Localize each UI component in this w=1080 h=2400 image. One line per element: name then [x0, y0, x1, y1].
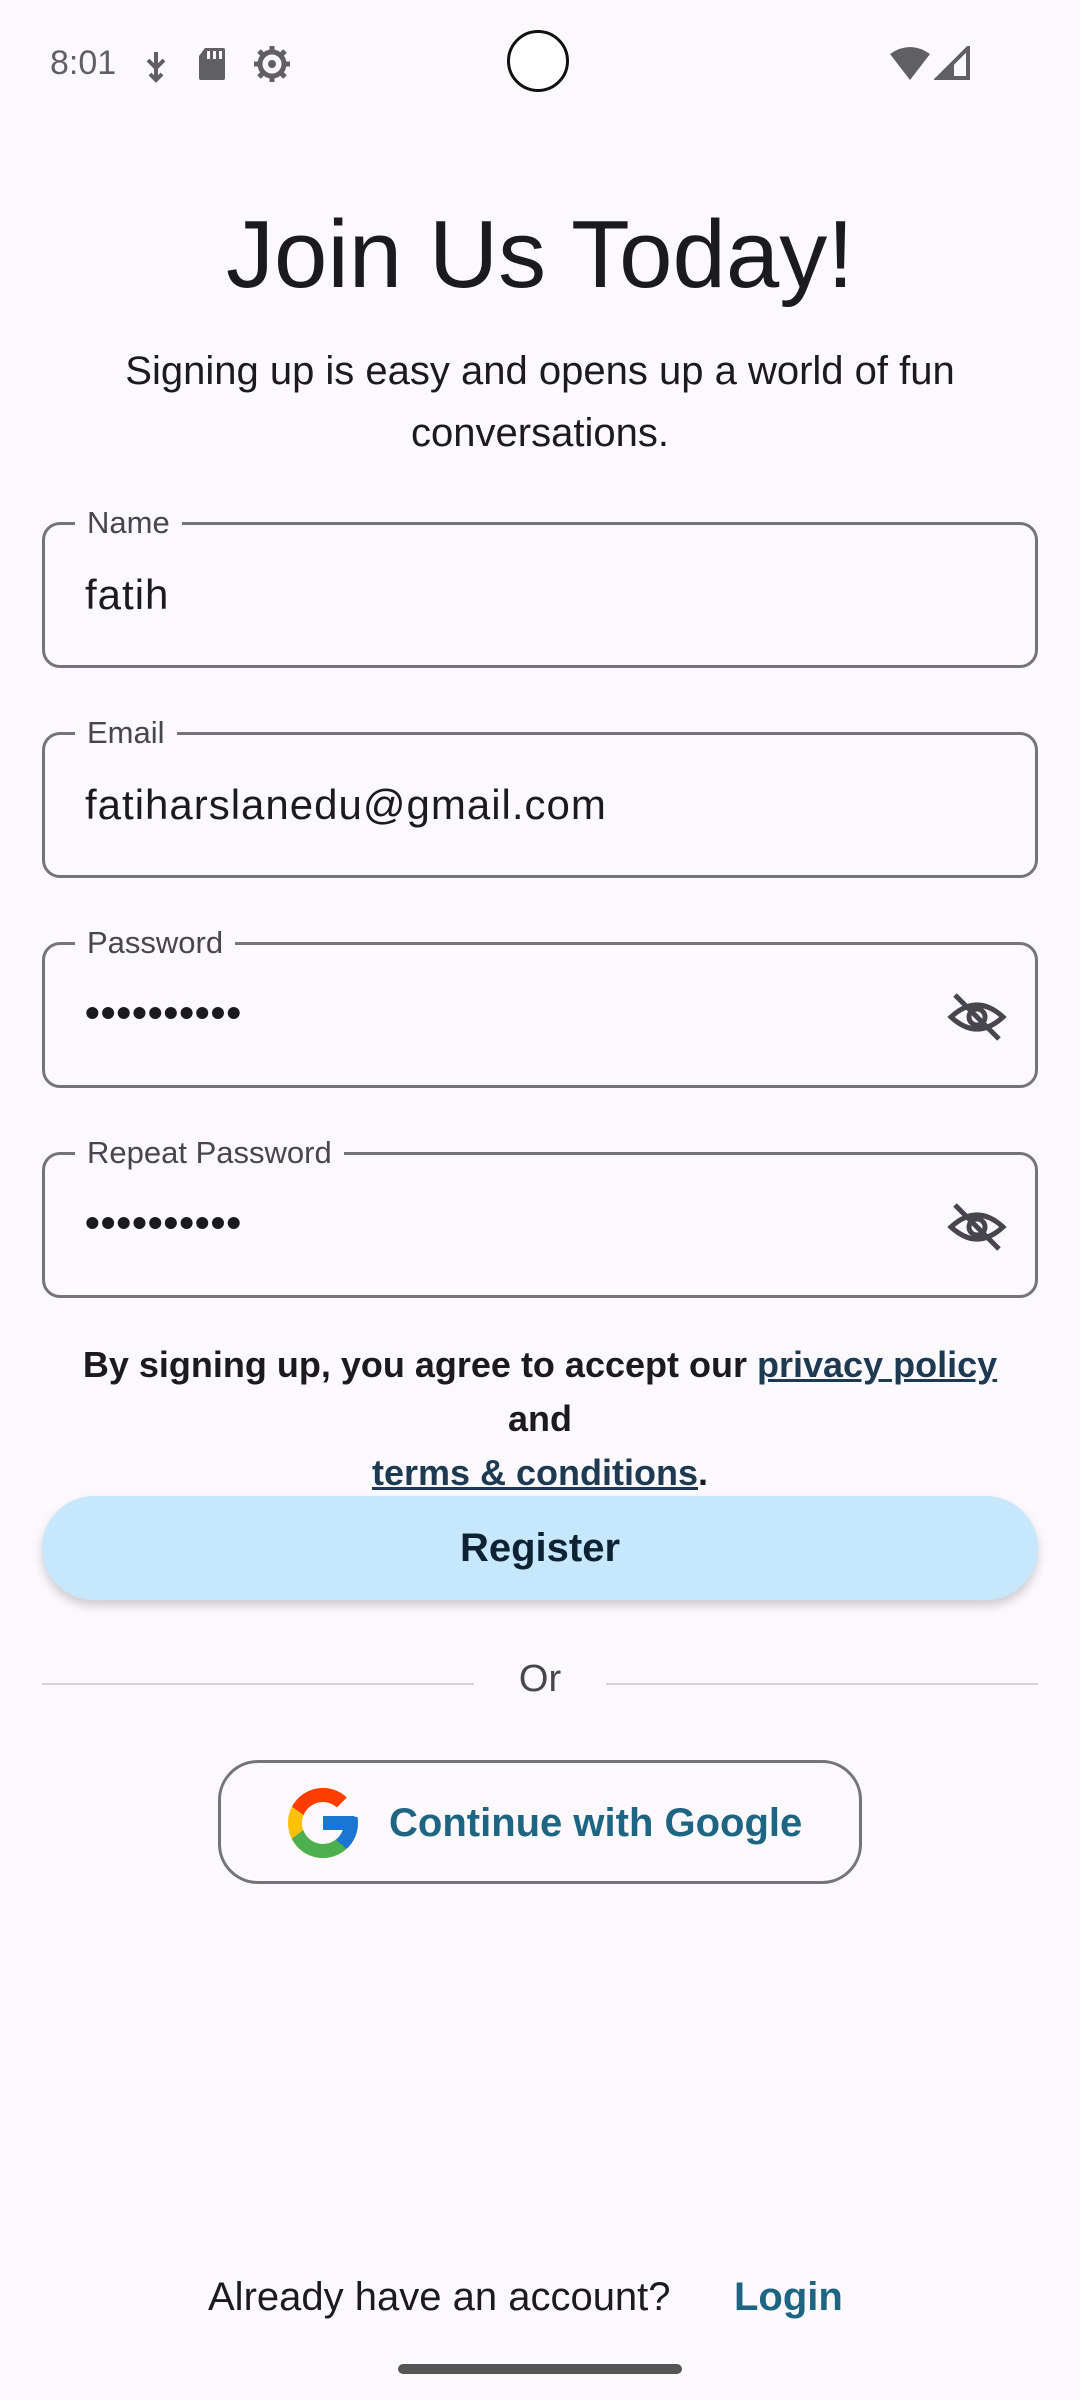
settings-gear-icon [254, 46, 290, 82]
password-field-value: •••••••••• [85, 989, 243, 1036]
name-field-value: fatih [85, 571, 170, 618]
name-field-label: Name [75, 505, 182, 541]
password-field-label: Password [75, 925, 236, 961]
sd-card-icon [199, 48, 225, 80]
visibility-off-icon[interactable] [947, 987, 1007, 1047]
repeat-password-field[interactable]: Repeat Password •••••••••• [42, 1135, 1038, 1298]
continue-with-google-button[interactable]: Continue with Google [218, 1760, 862, 1884]
register-button[interactable]: Register [42, 1496, 1038, 1600]
name-field[interactable]: Name fatih [42, 505, 1038, 668]
terms-conditions-link[interactable]: terms & conditions [372, 1452, 698, 1493]
password-field[interactable]: Password •••••••••• [42, 925, 1038, 1088]
repeat-password-field-value: •••••••••• [85, 1199, 243, 1246]
status-time: 8:01 [50, 44, 117, 82]
home-indicator[interactable] [398, 2364, 682, 2374]
divider-right [606, 1683, 1038, 1685]
email-field-value: fatiharslanedu@gmail.com [85, 781, 607, 828]
usb-debug-icon [146, 52, 166, 83]
repeat-password-field-label: Repeat Password [75, 1135, 344, 1171]
email-field-label: Email [75, 715, 177, 751]
google-logo-icon [288, 1788, 358, 1858]
login-link[interactable]: Login [734, 2275, 843, 2320]
terms-suffix: . [698, 1452, 709, 1493]
cellular-signal-icon [934, 46, 970, 80]
terms-prefix: By signing up, you agree to accept our [82, 1344, 747, 1385]
email-field[interactable]: Email fatiharslanedu@gmail.com [42, 715, 1038, 878]
page-subtitle: Signing up is easy and opens up a world … [125, 349, 955, 455]
terms-notice: By signing up, you agree to accept our p… [50, 1338, 1030, 1500]
already-have-account-text: Already have an account? [208, 2275, 671, 2319]
visibility-off-icon[interactable] [947, 1197, 1007, 1257]
terms-middle: and [507, 1398, 572, 1439]
page-title: Join Us Today! [226, 201, 854, 308]
front-camera-cutout [507, 30, 569, 92]
status-bar: 8:01 [0, 0, 1080, 130]
or-separator: Or [518, 1658, 562, 1700]
google-button-label: Continue with Google [389, 1801, 803, 1845]
wifi-icon [890, 47, 930, 80]
privacy-policy-link[interactable]: privacy policy [757, 1344, 997, 1385]
